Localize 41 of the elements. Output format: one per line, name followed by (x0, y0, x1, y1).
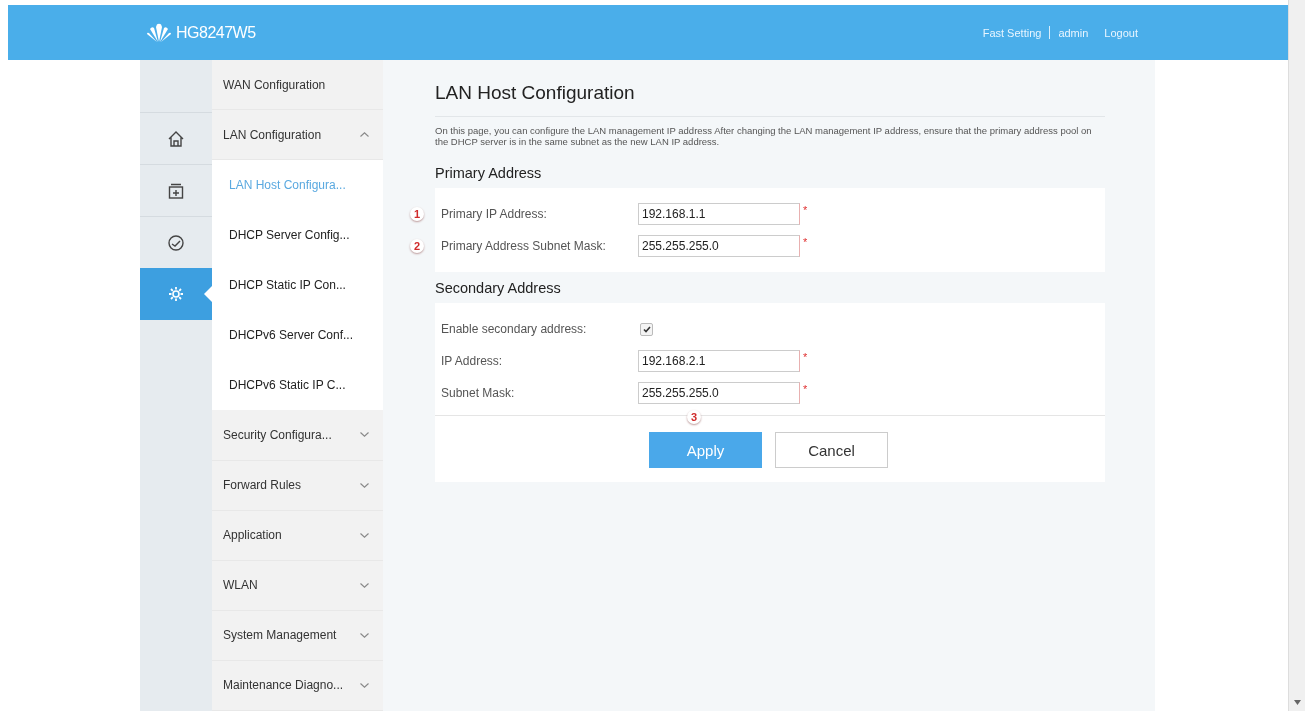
submenu-item[interactable]: DHCP Static IP Con... (212, 260, 383, 311)
required-mark: * (803, 351, 808, 363)
step-marker: 1 (410, 207, 424, 221)
field-label: Primary IP Address: (441, 206, 548, 222)
cancel-button[interactable]: Cancel (775, 432, 888, 468)
box-plus-icon (167, 181, 185, 200)
checkbox[interactable] (640, 322, 653, 336)
submenu-item[interactable]: DHCPv6 Static IP C... (212, 360, 383, 411)
brand-name: HG8247W5 (176, 23, 256, 42)
chevron-down-icon (360, 432, 369, 438)
input-field[interactable]: 192.168.1.1 (638, 203, 800, 225)
page-title: LAN Host Configuration (435, 82, 1105, 117)
section-heading: Primary Address (435, 165, 543, 181)
step-marker: 3 (687, 410, 701, 424)
page-description: On this page, you can configure the LAN management IP address After changing the LAN management IP address, ensure that the primary address pool on the DHCP server is in the same subnet as the new LAN IP address. (435, 125, 1093, 147)
step-marker: 2 (410, 239, 424, 253)
submenu-item[interactable]: DHCPv6 Server Conf... (212, 310, 383, 361)
input-field[interactable]: 255.255.255.0 (638, 382, 800, 404)
required-mark: * (803, 204, 808, 216)
settings-icon (167, 285, 185, 303)
required-mark: * (803, 236, 808, 248)
chevron-down-icon (360, 582, 369, 588)
input-field[interactable]: 192.168.2.1 (638, 350, 800, 372)
field-label: Enable secondary address: (441, 321, 588, 337)
chevron-down-icon (360, 632, 369, 638)
submenu-item[interactable]: DHCP Server Config... (212, 210, 383, 261)
chevron-down-icon (360, 482, 369, 488)
field-label: IP Address: (441, 353, 504, 369)
section-heading: Secondary Address (435, 280, 562, 296)
input-field[interactable]: 255.255.255.0 (638, 235, 800, 257)
required-mark: * (803, 383, 808, 395)
chevron-down-icon (360, 532, 369, 538)
home-icon (167, 129, 185, 148)
chevron-down-icon (360, 682, 369, 688)
sidebar-tab[interactable] (140, 268, 212, 320)
scrollbar[interactable] (1288, 0, 1305, 711)
field-label: Subnet Mask: (441, 385, 516, 401)
logo-icon (146, 22, 172, 43)
chevron-up-icon (360, 132, 369, 138)
scroll-down-icon[interactable] (1293, 700, 1301, 705)
field-label: Primary Address Subnet Mask: (441, 238, 607, 254)
